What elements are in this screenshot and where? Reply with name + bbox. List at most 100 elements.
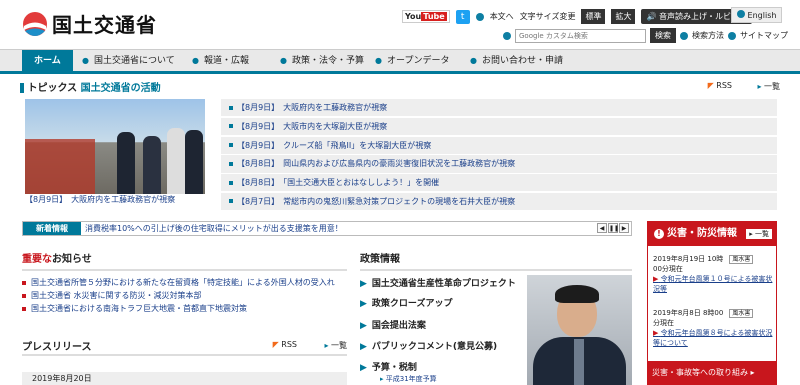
arrow-right-icon: ▶ (653, 329, 659, 337)
topics-title: トピックス 国土交通省の活動 (20, 83, 161, 94)
bullet-icon (229, 143, 233, 148)
press-date: 2019年8月20日 (22, 372, 347, 385)
arrow-right-icon: ▶ (360, 321, 367, 331)
topic-list: 【8月9日】 大阪府内を工藤政務官が視察 【8月9日】 大阪市内を大塚副大臣が視… (221, 99, 777, 212)
youtube-icon[interactable]: You Tube (402, 10, 450, 23)
policy-item[interactable]: ▶ 国会提出法案 (360, 318, 426, 331)
arrow-right-icon: ▶ (360, 279, 367, 289)
search-bar: 検索 検索方法 サイトマップ (503, 28, 788, 43)
ticker-controls: ◀ ❚❚ ▶ (597, 223, 629, 233)
nav-policy[interactable]: ● 政策・法令・予算 (280, 50, 364, 72)
photo-caption[interactable]: 【8月9日】 大阪府内を工藤政務官が視察 (25, 194, 205, 206)
person-figure (185, 130, 203, 194)
news-ticker: 新着情報 消費税率10%への引上げ後の住宅取得にメリットが出る支援策を用意！ ◀… (22, 221, 632, 236)
chevron-right-icon: ● (375, 56, 382, 65)
chevron-right-icon: ● (280, 56, 287, 65)
topic-item[interactable]: 【8月9日】 大阪府内を工藤政務官が視察 (221, 99, 777, 117)
policy-item[interactable]: ▶ 予算・税制 (360, 360, 417, 373)
news-ticker-label: 新着情報 (23, 222, 81, 235)
press-rss-link[interactable]: ◤ RSS (273, 340, 297, 349)
topic-item[interactable]: 【8月9日】 クルーズ船「飛鳥II」を大塚副大臣が視察 (221, 136, 777, 154)
bullet-icon (22, 293, 26, 298)
policy-item[interactable]: ▶ パブリックコメント(意見公募) (360, 339, 497, 352)
chevron-right-icon: ● (82, 56, 89, 65)
skip-to-content-link[interactable]: 本文へ (490, 11, 514, 22)
disaster-header: ! 災害・防災情報 ▸ 一覧 (648, 222, 776, 246)
topic-item[interactable]: 【8月8日】 岡山県内および広島県内の豪雨災害復旧状況を工藤政務官が視察 (221, 155, 777, 173)
topics-header: トピックス 国土交通省の活動 ◤ RSS ▸ 一覧 (20, 79, 780, 97)
nav-contact[interactable]: ● お問い合わせ・申請 (470, 50, 563, 72)
important-item[interactable]: 国土交通省における南海トラフ巨大地震・首都直下地震対策 (22, 302, 347, 315)
policy-sub-item[interactable]: ▸ 平成31年度予算 (380, 374, 437, 384)
press-release-title: プレスリリース (22, 342, 92, 353)
rss-icon: ◤ (707, 81, 714, 90)
topic-item[interactable]: 【8月9日】 大阪市内を大塚副大臣が視察 (221, 117, 777, 136)
disaster-footer-link[interactable]: 災害・事故等への取り組み ▸ (648, 361, 776, 385)
policy-item[interactable]: ▶ 政策クローズアップ (360, 296, 452, 309)
bullet-icon (229, 105, 233, 110)
policy-item[interactable]: ▶ 国土交通省生産性革命プロジェクト (360, 276, 516, 289)
bullet-icon (680, 31, 688, 40)
disaster-link[interactable]: ▶ 令和元年台風第１０号による被害状況等 (653, 274, 776, 294)
topic-item[interactable]: 【8月7日】 常総市内の鬼怒川緊急対策プロジェクトの現場を石井大臣が視察 (221, 192, 777, 211)
news-ticker-link[interactable]: 消費税率10%への引上げ後の住宅取得にメリットが出る支援策を用意！ (85, 222, 343, 235)
disaster-link[interactable]: ▶ 令和元年台風第８号による被害状況等について (653, 328, 776, 348)
rss-icon: ◤ (272, 340, 279, 349)
text-size-standard-button[interactable]: 標準 (581, 9, 606, 24)
chevron-right-icon: ● (192, 56, 199, 65)
arrow-right-icon: ▶ (653, 275, 659, 283)
utility-bar: You Tube t 本文へ 文字サイズ変更 標準 拡大 🔊 音声読み上げ・ルビ振… (402, 9, 752, 24)
bullet-icon (229, 124, 233, 129)
person-figure (167, 128, 185, 194)
nav-home[interactable]: ホーム (22, 50, 73, 72)
disaster-panel: ! 災害・防災情報 ▸ 一覧 2019年8月19日 10時 風水害 00分現在 ▶ … (647, 221, 777, 385)
nav-about[interactable]: ● 国土交通省について (82, 50, 175, 72)
search-button[interactable]: 検索 (650, 28, 676, 43)
disaster-all-link[interactable]: ▸ 一覧 (746, 229, 772, 239)
person-figure (143, 136, 161, 194)
topics-all-link[interactable]: ▸ 一覧 (757, 81, 780, 92)
english-link[interactable]: English (731, 7, 783, 23)
nav-press[interactable]: ● 報道・広報 (192, 50, 249, 72)
alert-icon: ! (654, 229, 664, 239)
press-all-link[interactable]: ▸ 一覧 (324, 340, 347, 351)
arrow-right-icon: ▶ (360, 299, 367, 309)
search-input[interactable] (515, 28, 646, 43)
mlit-logo-icon (23, 11, 47, 36)
sitemap-link[interactable]: サイトマップ (740, 30, 788, 41)
press-release-header: プレスリリース ◤ RSS ▸ 一覧 (22, 338, 347, 356)
chevron-right-icon: ▸ (380, 375, 384, 383)
next-icon[interactable]: ▶ (619, 223, 629, 233)
topics-rss-link[interactable]: ◤ RSS (708, 81, 732, 90)
bullet-icon (22, 280, 26, 285)
topic-photo[interactable] (25, 99, 205, 194)
bullet-icon (728, 31, 736, 40)
tie-shape (574, 339, 584, 385)
building-shape (25, 139, 95, 194)
pause-icon[interactable]: ❚❚ (608, 223, 619, 233)
text-size-label: 文字サイズ変更 (519, 12, 576, 21)
disaster-entry: 2019年8月8日 8時00 風水害 分現在 ▶ 令和元年台風第８号による被害状況… (648, 308, 776, 348)
bullet-icon (737, 10, 745, 18)
policy-title: 政策情報 (360, 250, 632, 271)
important-item[interactable]: 国土交通省 水災害に関する防災・減災対策本部 (22, 289, 347, 302)
site-title: 国土交通省 (52, 13, 157, 37)
bullet-icon (475, 12, 484, 21)
search-bullet-icon (503, 31, 511, 40)
nav-opendata[interactable]: ● オープンデータ (375, 50, 449, 72)
important-item[interactable]: 国土交通省所管５分野における新たな在留資格「特定技能」による外国人材の受入れ (22, 276, 347, 289)
site-header: 国土交通省 You Tube t 本文へ 文字サイズ変更 標準 拡大 🔊 音声読み… (0, 0, 800, 48)
important-title: 重要なお知らせ (22, 250, 347, 271)
prev-icon[interactable]: ◀ (597, 223, 607, 233)
topic-item[interactable]: 【8月8日】 「国土交通大臣とおはなししよう！」を開催 (221, 174, 777, 192)
policy-info: 政策情報 ▶ 国土交通省生産性革命プロジェクト ▶ 政策クローズアップ ▶ 国会提出法… (360, 250, 632, 383)
search-method-link[interactable]: 検索方法 (692, 30, 724, 41)
arrow-right-icon: ▶ (360, 363, 367, 373)
text-size-large-button[interactable]: 拡大 (611, 9, 636, 24)
hair-shape (555, 285, 599, 303)
important-notices: 重要なお知らせ 国土交通省所管５分野における新たな在留資格「特定技能」による外国… (22, 250, 347, 315)
person-figure (117, 132, 135, 194)
bullet-icon (229, 199, 233, 204)
site-logo[interactable]: 国土交通省 (22, 9, 157, 38)
twitter-icon[interactable]: t (455, 9, 470, 24)
